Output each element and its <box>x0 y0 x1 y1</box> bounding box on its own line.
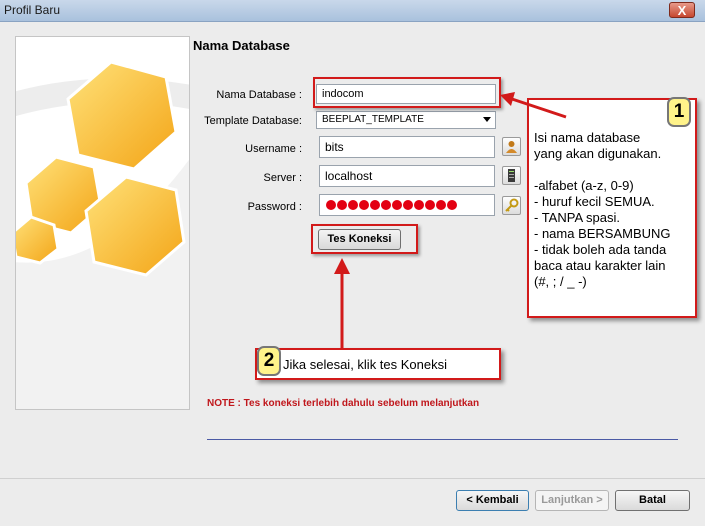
next-button[interactable]: Lanjutkan > <box>535 490 609 511</box>
password-mask-dot <box>359 200 369 210</box>
password-input[interactable] <box>319 194 495 216</box>
instruction-line: baca atau karakter lain <box>534 258 666 273</box>
back-button[interactable]: < Kembali <box>456 490 529 511</box>
user-picker-button[interactable] <box>502 137 521 156</box>
password-mask-dot <box>447 200 457 210</box>
step-callout: Jika selesai, klik tes Koneksi <box>255 348 501 380</box>
instruction-line: - tidak boleh ada tanda <box>534 242 667 257</box>
password-mask-dot <box>425 200 435 210</box>
dropdown-arrow-icon[interactable] <box>483 117 491 122</box>
step-badge-2: 2 <box>257 346 281 376</box>
cancel-button[interactable]: Batal <box>615 490 690 511</box>
instruction-line: -alfabet (a-z, 0-9) <box>534 178 634 193</box>
instruction-text: Isi nama database yang akan digunakan. -… <box>534 130 671 290</box>
db-name-label: Nama Database : <box>216 89 302 101</box>
instruction-line: - huruf kecil SEMUA. <box>534 194 655 209</box>
password-mask-dot <box>370 200 380 210</box>
password-label: Password : <box>247 201 302 213</box>
password-mask-dot <box>403 200 413 210</box>
password-mask-dot <box>392 200 402 210</box>
instruction-callout: Isi nama database yang akan digunakan. -… <box>527 98 697 318</box>
divider-line <box>207 439 678 440</box>
password-mask-dot <box>337 200 347 210</box>
page-heading: Nama Database <box>193 38 290 53</box>
template-dropdown[interactable]: BEEPLAT_TEMPLATE <box>316 111 496 129</box>
user-icon <box>506 141 517 153</box>
password-mask-dot <box>414 200 424 210</box>
template-value: BEEPLAT_TEMPLATE <box>322 114 424 125</box>
password-mask-dot <box>348 200 358 210</box>
server-label: Server : <box>263 172 302 184</box>
instruction-line: yang akan digunakan. <box>534 146 662 161</box>
instruction-line: (#, ; / _ -) <box>534 274 587 289</box>
template-label: Template Database: <box>204 115 302 127</box>
test-button-highlight <box>311 224 418 254</box>
username-input[interactable]: bits <box>319 136 495 158</box>
instruction-line: - TANPA spasi. <box>534 210 620 225</box>
step-badge-1: 1 <box>667 97 691 127</box>
password-mask-dot <box>381 200 391 210</box>
server-input[interactable]: localhost <box>319 165 495 187</box>
button-bar-separator <box>0 478 705 479</box>
username-label: Username : <box>245 143 302 155</box>
instruction-line: - nama BERSAMBUNG <box>534 226 671 241</box>
password-mask-dot <box>436 200 446 210</box>
key-icon <box>505 198 519 212</box>
window-title: Profil Baru <box>4 3 61 17</box>
instruction-line: Isi nama database <box>534 130 641 145</box>
server-picker-button[interactable] <box>502 166 521 185</box>
instruction-line <box>534 162 671 178</box>
close-button[interactable]: X <box>669 2 695 18</box>
password-mask-dot <box>326 200 336 210</box>
db-name-highlight <box>313 77 501 108</box>
step-text: Jika selesai, klik tes Koneksi <box>283 357 448 372</box>
connection-note: NOTE : Tes koneksi terlebih dahulu sebel… <box>207 398 480 409</box>
title-bar: Profil Baru X <box>0 0 705 22</box>
server-icon <box>508 169 515 182</box>
key-button[interactable] <box>502 196 521 215</box>
